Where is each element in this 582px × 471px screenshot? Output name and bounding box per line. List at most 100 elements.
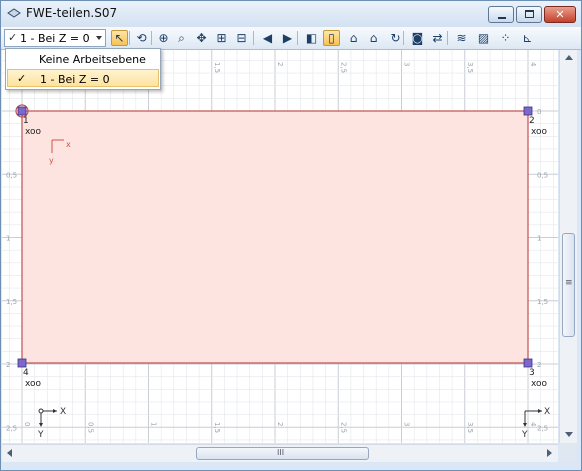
scroll-left-icon[interactable] — [7, 449, 12, 457]
local-x-label: x — [66, 140, 71, 149]
node-tag: xoo — [25, 127, 42, 137]
zoom-in-button[interactable]: ⊕ — [155, 30, 172, 46]
select-pointer-icon: ↖ — [114, 31, 125, 45]
diagram-button[interactable]: ▨ — [475, 30, 492, 46]
bottom-ruler-label: 1,5 — [213, 422, 221, 433]
h-grip-icon: III — [277, 448, 285, 457]
forward-icon: ▶ — [282, 31, 293, 45]
bottom-ruler-label: 2 — [276, 422, 284, 426]
global-axis-marker-left: X Y — [37, 407, 66, 440]
refresh-button[interactable]: ↻ — [387, 30, 404, 46]
zoom-all-icon: ⊟ — [236, 31, 247, 45]
work-plane-combo[interactable]: ✓ 1 - Bei Z = 0 — [4, 29, 106, 47]
drawing-canvas[interactable]: 00,511,522,533,5400,511,522,533,5400,511… — [2, 50, 558, 443]
left-ruler-label: 1,5 — [6, 298, 17, 306]
view-3d-icon: ◧ — [305, 31, 318, 45]
app-icon — [7, 8, 21, 18]
view-plane-button[interactable]: ▯ — [323, 30, 340, 46]
house-section-button[interactable]: ⌂ — [365, 30, 382, 46]
minimize-button[interactable] — [488, 6, 514, 23]
zoom-window-button[interactable]: ⊞ — [213, 30, 230, 46]
right-ruler-label: 2,5 — [537, 424, 548, 432]
bottom-ruler-label: 4 — [529, 422, 537, 427]
node-tag: xoo — [25, 379, 42, 389]
forward-button[interactable]: ▶ — [279, 30, 296, 46]
node-id: 3 — [529, 368, 535, 378]
back-button[interactable]: ◀ — [259, 30, 276, 46]
global-x-label-left: X — [60, 407, 66, 417]
top-ruler-label: 2,5 — [339, 62, 347, 73]
load-lines-button[interactable]: ≋ — [453, 30, 470, 46]
drawing-svg[interactable]: 00,511,522,533,5400,511,522,533,5400,511… — [2, 50, 558, 443]
scroll-corner — [559, 444, 576, 461]
back-icon: ◀ — [262, 31, 273, 45]
zoom-icon: ⌕ — [178, 30, 185, 45]
work-plane-value: 1 - Bei Z = 0 — [20, 32, 90, 45]
global-x-label-right: X — [544, 407, 550, 417]
work-plane-dropdown: Keine Arbeitsebene ✓ 1 - Bei Z = 0 — [5, 48, 161, 90]
plate-surface[interactable] — [21, 110, 529, 364]
rotate-view-icon: ⟲ — [136, 31, 147, 45]
horizontal-scrollbar[interactable]: III — [2, 444, 558, 462]
pan-button[interactable]: ✥ — [193, 30, 210, 46]
toolbar-separator — [129, 31, 130, 45]
render-button[interactable]: ◙ — [409, 30, 426, 46]
vertical-scrollbar[interactable]: ≡ — [559, 50, 577, 443]
title-bar[interactable]: FWE-teilen.S07 ✕ — [1, 1, 581, 27]
close-icon: ✕ — [555, 8, 565, 21]
v-grip-icon: ≡ — [565, 278, 573, 288]
house-view-button[interactable]: ⌂ — [345, 30, 362, 46]
top-ruler-label: 2 — [276, 62, 284, 66]
top-ruler-label: 1,5 — [213, 62, 221, 73]
window-title: FWE-teilen.S07 — [26, 6, 118, 20]
bottom-ruler-label: 3,5 — [466, 422, 474, 433]
dimension-button[interactable]: ⊾ — [519, 30, 536, 46]
scroll-down-icon[interactable] — [565, 432, 573, 437]
top-ruler-label: 4 — [529, 62, 537, 67]
vertical-scroll-thumb[interactable]: ≡ — [562, 233, 575, 337]
zoom-button[interactable]: ⌕ — [173, 30, 190, 46]
scroll-right-icon[interactable] — [547, 449, 552, 457]
rotate-view-button[interactable]: ⟲ — [133, 30, 150, 46]
left-ruler-label: 2 — [6, 361, 10, 369]
view-3d-button[interactable]: ◧ — [303, 30, 320, 46]
bottom-ruler-label: 2,5 — [339, 422, 347, 433]
left-ruler-label: 0,5 — [6, 171, 17, 179]
top-ruler-label: 3,5 — [466, 62, 474, 73]
toolbar-separator — [151, 31, 152, 45]
swap-button[interactable]: ⇄ — [429, 30, 446, 46]
dropdown-item-z0[interactable]: ✓ 1 - Bei Z = 0 — [7, 69, 159, 87]
diagram-icon: ▨ — [477, 31, 490, 45]
bottom-ruler-label: 1 — [150, 422, 158, 426]
node-tool-button[interactable]: ⁘ — [497, 30, 514, 46]
load-lines-icon: ≋ — [456, 31, 467, 45]
scroll-up-icon[interactable] — [565, 55, 573, 60]
view-plane-icon: ▯ — [328, 31, 335, 45]
house-section-icon: ⌂ — [369, 31, 378, 45]
zoom-in-icon: ⊕ — [158, 31, 169, 45]
select-pointer-button[interactable]: ↖ — [111, 30, 128, 46]
right-ruler-label: 2 — [537, 361, 541, 369]
left-ruler-label: 1 — [6, 235, 10, 243]
dropdown-item-label: 1 - Bei Z = 0 — [40, 73, 110, 86]
node-marker — [17, 106, 27, 116]
zoom-window-icon: ⊞ — [216, 31, 227, 45]
global-y-label-right: Y — [521, 430, 528, 440]
bottom-ruler-label: 0,5 — [86, 422, 94, 433]
node-tag: xoo — [531, 379, 548, 389]
zoom-all-button[interactable]: ⊟ — [233, 30, 250, 46]
toolbar-separator — [447, 31, 448, 45]
right-ruler-label: 1,5 — [537, 298, 548, 306]
dropdown-item-none[interactable]: Keine Arbeitsebene — [7, 50, 159, 68]
bottom-ruler-label: 0 — [23, 422, 31, 426]
close-button[interactable]: ✕ — [544, 6, 576, 23]
check-icon: ✓ — [8, 31, 18, 44]
maximize-button[interactable] — [516, 6, 542, 23]
minimize-icon — [498, 17, 506, 19]
chevron-down-icon — [96, 36, 102, 40]
node-marker — [523, 106, 533, 116]
horizontal-scroll-thumb[interactable]: III — [196, 447, 369, 460]
dropdown-item-label: Keine Arbeitsebene — [39, 53, 146, 66]
node-tag: xoo — [531, 127, 548, 137]
local-y-label: y — [49, 156, 54, 165]
